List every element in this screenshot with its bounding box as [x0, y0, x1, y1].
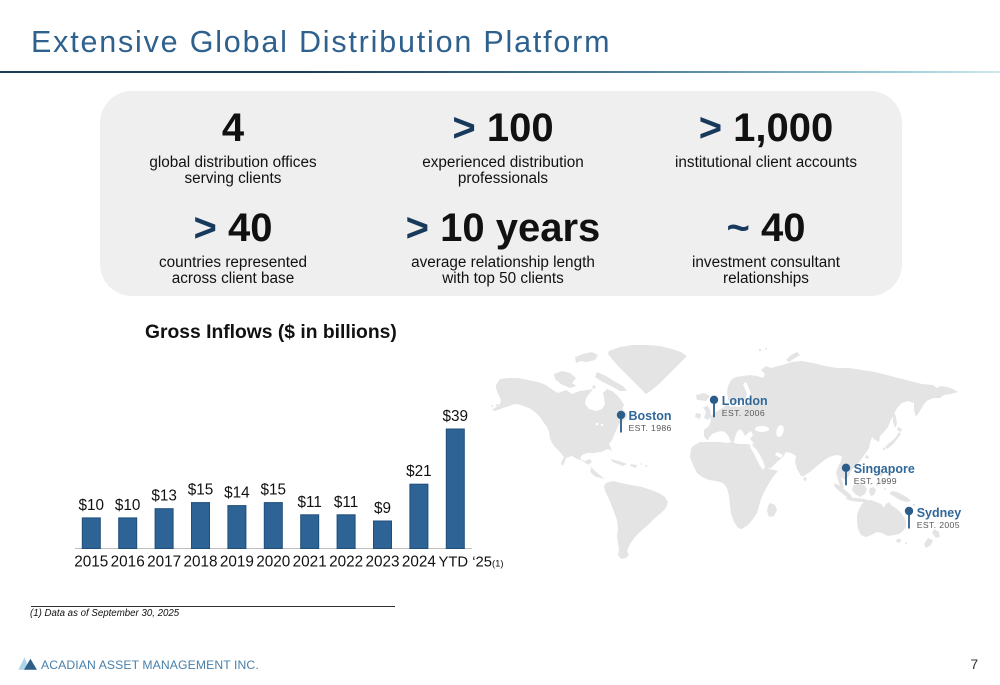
svg-text:2020: 2020 — [256, 554, 290, 571]
svg-text:2016: 2016 — [111, 554, 145, 571]
svg-text:2018: 2018 — [183, 554, 217, 571]
svg-text:$21: $21 — [406, 463, 432, 480]
svg-text:$13: $13 — [151, 488, 177, 505]
svg-text:2022: 2022 — [329, 554, 363, 571]
svg-text:$11: $11 — [334, 494, 358, 511]
svg-text:$15: $15 — [261, 482, 287, 499]
svg-text:$39: $39 — [443, 408, 469, 425]
svg-text:$9: $9 — [374, 500, 391, 517]
svg-text:2023: 2023 — [365, 554, 399, 571]
svg-text:2019: 2019 — [220, 554, 254, 571]
svg-text:$10: $10 — [115, 497, 141, 514]
svg-text:$10: $10 — [79, 497, 105, 514]
svg-text:$14: $14 — [224, 485, 250, 502]
svg-text:$15: $15 — [188, 482, 214, 499]
svg-text:2021: 2021 — [293, 554, 327, 571]
svg-text:2017: 2017 — [147, 554, 181, 571]
svg-text:2015: 2015 — [74, 554, 108, 571]
svg-text:$11: $11 — [298, 494, 322, 511]
svg-text:2024: 2024 — [402, 554, 437, 571]
